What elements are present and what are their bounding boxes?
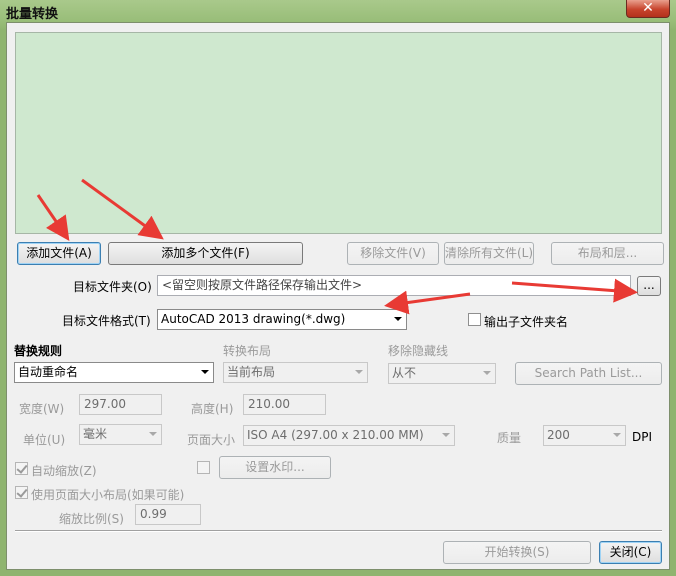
scale-ratio-label: 缩放比例(S) xyxy=(59,512,124,526)
unit-value: 毫米 xyxy=(83,427,108,441)
chevron-down-icon xyxy=(201,370,209,374)
auto-scale-checkbox[interactable] xyxy=(15,462,28,475)
replace-rule-value: 自动重命名 xyxy=(18,365,79,379)
window-close-button[interactable]: ✕ xyxy=(626,0,670,18)
width-label: 宽度(W) xyxy=(19,402,65,416)
remove-hidden-lines-select[interactable]: 从不 xyxy=(388,363,496,384)
remove-hidden-lines-label: 移除隐藏线 xyxy=(388,344,449,358)
dialog-window: 批量转换 ✕ 添加文件(A) 添加多个文件(F) 移除文件(V) 清除所有文件(… xyxy=(0,0,676,576)
page-size-value: ISO A4 (297.00 x 210.00 MM) xyxy=(247,428,424,442)
page-size-label: 页面大小 xyxy=(187,433,236,447)
remove-hidden-lines-value: 从不 xyxy=(392,366,417,380)
convert-layout-select[interactable]: 当前布局 xyxy=(223,362,368,383)
unit-label: 单位(U) xyxy=(23,433,66,447)
title-bar[interactable]: 批量转换 ✕ xyxy=(0,0,676,22)
output-subfolder-checkbox[interactable] xyxy=(468,313,481,326)
search-path-list-button[interactable]: Search Path List... xyxy=(515,362,662,385)
target-format-select[interactable]: AutoCAD 2013 drawing(*.dwg) xyxy=(157,309,407,330)
replace-rule-label: 替换规则 xyxy=(14,344,63,358)
quality-label: 质量 xyxy=(497,431,522,445)
close-icon: ✕ xyxy=(642,0,654,16)
chevron-down-icon xyxy=(394,317,402,321)
target-folder-input[interactable]: <留空则按原文件路径保存输出文件> xyxy=(157,275,631,296)
replace-rule-select[interactable]: 自动重命名 xyxy=(14,362,214,383)
dpi-label: DPI xyxy=(632,430,653,444)
divider xyxy=(15,530,662,532)
add-multiple-files-button[interactable]: 添加多个文件(F) xyxy=(108,242,303,265)
layout-and-layers-button[interactable]: 布局和层... xyxy=(551,242,664,265)
target-folder-label: 目标文件夹(O) xyxy=(73,280,152,294)
output-subfolder-label: 输出子文件夹名 xyxy=(484,315,569,329)
watermark-settings-button[interactable]: 设置水印... xyxy=(219,456,331,479)
use-page-size-label: 使用页面大小布局(如果可能) xyxy=(31,488,185,502)
watermark-checkbox[interactable] xyxy=(197,461,210,474)
file-list-area[interactable] xyxy=(15,32,662,234)
chevron-down-icon xyxy=(483,371,491,375)
height-label: 高度(H) xyxy=(191,402,234,416)
scale-ratio-input[interactable]: 0.99 xyxy=(135,504,201,525)
window-title: 批量转换 xyxy=(6,7,59,22)
clear-all-files-button[interactable]: 清除所有文件(L) xyxy=(444,242,534,265)
convert-layout-label: 转换布局 xyxy=(223,344,272,358)
chevron-down-icon xyxy=(613,433,621,437)
unit-select[interactable]: 毫米 xyxy=(79,424,162,445)
start-conversion-button[interactable]: 开始转换(S) xyxy=(443,541,591,564)
width-input[interactable]: 297.00 xyxy=(79,394,162,415)
quality-select[interactable]: 200 xyxy=(543,425,626,446)
page-size-select[interactable]: ISO A4 (297.00 x 210.00 MM) xyxy=(243,425,455,446)
quality-value: 200 xyxy=(547,428,570,442)
chevron-down-icon xyxy=(355,370,363,374)
convert-layout-value: 当前布局 xyxy=(227,365,276,379)
target-format-value: AutoCAD 2013 drawing(*.dwg) xyxy=(161,312,346,326)
auto-scale-label: 自动缩放(Z) xyxy=(31,464,97,478)
height-input[interactable]: 210.00 xyxy=(243,394,326,415)
target-format-label: 目标文件格式(T) xyxy=(62,314,151,328)
remove-file-button[interactable]: 移除文件(V) xyxy=(347,242,439,265)
browse-folder-button[interactable]: ... xyxy=(637,276,661,296)
dialog-client-area: 添加文件(A) 添加多个文件(F) 移除文件(V) 清除所有文件(L) 布局和层… xyxy=(6,22,670,570)
use-page-size-checkbox[interactable] xyxy=(15,486,28,499)
close-button[interactable]: 关闭(C) xyxy=(599,541,662,564)
chevron-down-icon xyxy=(149,432,157,436)
chevron-down-icon xyxy=(442,433,450,437)
add-file-button[interactable]: 添加文件(A) xyxy=(17,242,101,265)
